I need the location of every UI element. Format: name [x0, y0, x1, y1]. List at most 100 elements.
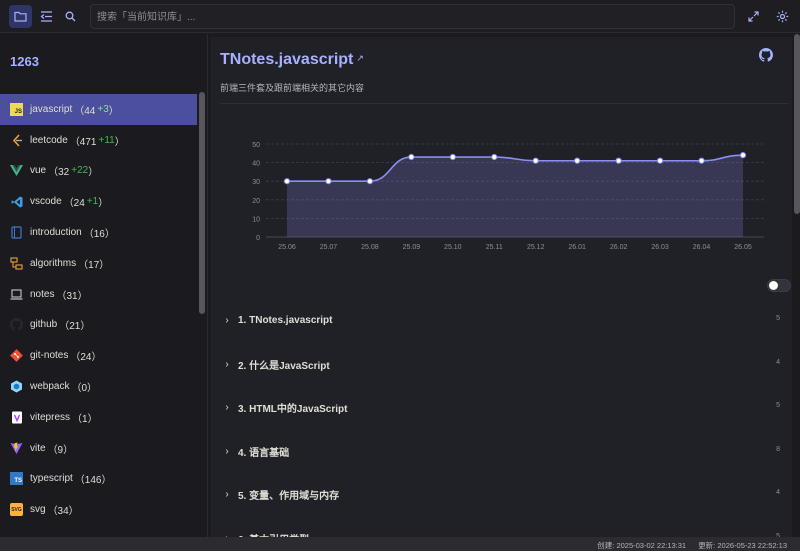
sidebar-item-count: （21）: [59, 321, 91, 333]
sidebar-item-label: webpack: [30, 381, 70, 393]
data-point: [656, 157, 664, 164]
sidebar-item-label: typescript: [30, 473, 73, 485]
notes-trend-chart: 0 10 20 30 40 50 25.06 25.07 25.08 25.09 25.10 25.1…: [252, 142, 764, 251]
main-content: TNotes.javascript ↗ 前端三件套及跟前端相关的其它内容 0 10…: [209, 34, 800, 537]
sidebar-item-github[interactable]: github （21）: [0, 310, 197, 341]
algorithms-icon: [10, 257, 23, 270]
toc-item[interactable]: › 2. 什么是JavaScript 4: [220, 343, 780, 387]
typescript-icon: TS: [10, 472, 23, 486]
sidebar-item-count: （44: [74, 105, 96, 117]
sidebar-item-delta: +1: [86, 196, 99, 208]
data-point: [532, 157, 539, 164]
toc-item[interactable]: › 1. TNotes.javascript 5: [220, 299, 780, 343]
sidebar-item-webpack[interactable]: webpack （0）: [0, 371, 197, 402]
sidebar-item-delta: +22: [71, 165, 89, 177]
toc-item[interactable]: › 4. 语言基础 8: [220, 430, 780, 474]
fullscreen-icon[interactable]: [742, 5, 765, 28]
sidebar-item-javascript[interactable]: JS javascript （44 +3）: [0, 94, 197, 125]
y-tick-label: 20: [252, 198, 260, 205]
y-tick-label: 50: [252, 142, 260, 149]
x-tick-label: 26.03: [651, 244, 669, 251]
sidebar-item-svg[interactable]: SVG svg （34）: [0, 494, 197, 525]
sidebar-item-git-notes[interactable]: git-notes （24）: [0, 340, 197, 371]
sidebar-item-label: vitepress: [30, 411, 71, 423]
x-tick-label: 26.01: [568, 244, 586, 251]
sidebar-item-count: （34）: [47, 506, 79, 518]
chart-toggle-switch[interactable]: [767, 279, 791, 292]
x-tick-label: 25.08: [361, 244, 379, 251]
x-tick-label: 25.10: [444, 244, 462, 251]
toc-item[interactable]: ›6. 基本引用类型5: [220, 517, 780, 538]
table-of-contents: › 1. TNotes.javascript 5 › 2. 什么是JavaScript 4…: [220, 299, 780, 537]
notes-total-count: 1263: [10, 54, 39, 69]
collapse-sidebar-icon[interactable]: [35, 5, 58, 28]
toc-item-label: 3. HTML中的JavaScript: [238, 404, 348, 416]
series-area: [287, 155, 743, 237]
data-point: [615, 157, 622, 164]
data-point: [574, 157, 581, 164]
sidebar-scrollbar[interactable]: [199, 92, 205, 314]
sidebar-item-count: （24: [63, 198, 85, 210]
y-tick-label: 40: [252, 161, 260, 168]
y-tick-label: 10: [252, 216, 260, 223]
sidebar-item-vitepress[interactable]: vitepress （1）: [0, 402, 197, 433]
sidebar-item-algorithms[interactable]: algorithms （17）: [0, 248, 197, 279]
top-toolbar: [0, 0, 800, 33]
updated-timestamp: 更新: 2026-05-23 22:52:13: [698, 541, 787, 550]
main-scrollbar[interactable]: [794, 34, 800, 214]
sidebar-item-vscode[interactable]: vscode （24 +1）: [0, 186, 197, 217]
data-point: [739, 152, 747, 159]
x-tick-label: 25.09: [403, 244, 421, 251]
data-point: [366, 178, 374, 185]
x-tick-label: 26.04: [693, 244, 711, 251]
toc-item-count: 5: [776, 402, 780, 409]
data-point: [449, 153, 456, 161]
vite-icon: [10, 442, 23, 455]
sidebar-item-label: notes: [30, 288, 55, 300]
sidebar-item-delta: +11: [98, 134, 115, 146]
sidebar-item-count: （471: [69, 136, 97, 148]
y-tick-label: 0: [256, 235, 260, 242]
knowledge-base-list: JS javascript （44 +3） leetcode （471 +11） vue （32…: [0, 94, 197, 525]
sidebar-item-label: github: [30, 319, 58, 331]
sidebar-item-label: svg: [30, 504, 46, 516]
webpack-icon: [10, 380, 23, 393]
sidebar-item-count: （17）: [78, 259, 110, 271]
sidebar-item-vue[interactable]: vue （32 +22）: [0, 156, 197, 187]
y-tick-label: 30: [252, 179, 260, 186]
toc-item[interactable]: › 5. 变量、作用域与内存 4: [220, 473, 780, 517]
svg-icon: SVG: [10, 503, 23, 517]
sidebar-item-label: vite: [30, 442, 46, 454]
x-tick-label: 26.05: [734, 244, 752, 251]
search-input[interactable]: [97, 8, 727, 26]
sidebar-item-notes[interactable]: notes （31）: [0, 279, 197, 310]
sidebar: 1263 JS javascript （44 +3） leetcode （471 +11） v…: [0, 34, 208, 537]
data-point: [408, 153, 415, 161]
toc-item-label: 2. 什么是JavaScript: [238, 360, 330, 372]
folder-icon[interactable]: [9, 5, 32, 28]
data-point: [491, 153, 498, 161]
toc-item[interactable]: › 3. HTML中的JavaScript 5: [220, 386, 780, 430]
sidebar-item-label: vue: [30, 165, 47, 177]
sidebar-item-count-close: ）: [108, 105, 119, 117]
sidebar-item-typescript[interactable]: TS typescript （146）: [0, 464, 197, 495]
vscode-icon: [10, 195, 23, 208]
settings-gear-icon[interactable]: [771, 5, 794, 28]
status-footer: 创建: 2025-03-02 22:13:31 更新: 2026-05-23 2…: [0, 537, 800, 551]
chevron-right-icon: ›: [225, 402, 229, 414]
search-icon[interactable]: [59, 5, 82, 28]
chevron-right-icon: ›: [225, 489, 229, 501]
toc-item-label: 1. TNotes.javascript: [238, 315, 333, 327]
sidebar-item-introduction[interactable]: introduction （16）: [0, 217, 197, 248]
sidebar-item-count: （146）: [74, 475, 112, 487]
git-icon: [10, 349, 23, 363]
sidebar-item-label: vscode: [30, 196, 62, 208]
sidebar-item-count-close: ）: [88, 167, 99, 179]
sidebar-item-vite[interactable]: vite （9）: [0, 433, 197, 464]
sidebar-item-count-close: ）: [114, 136, 125, 148]
sidebar-item-label: algorithms: [30, 257, 77, 269]
x-tick-label: 26.02: [610, 244, 628, 251]
sidebar-item-leetcode[interactable]: leetcode （471 +11）: [0, 125, 197, 156]
sidebar-item-label: leetcode: [30, 134, 68, 146]
vue-icon: [10, 164, 23, 177]
